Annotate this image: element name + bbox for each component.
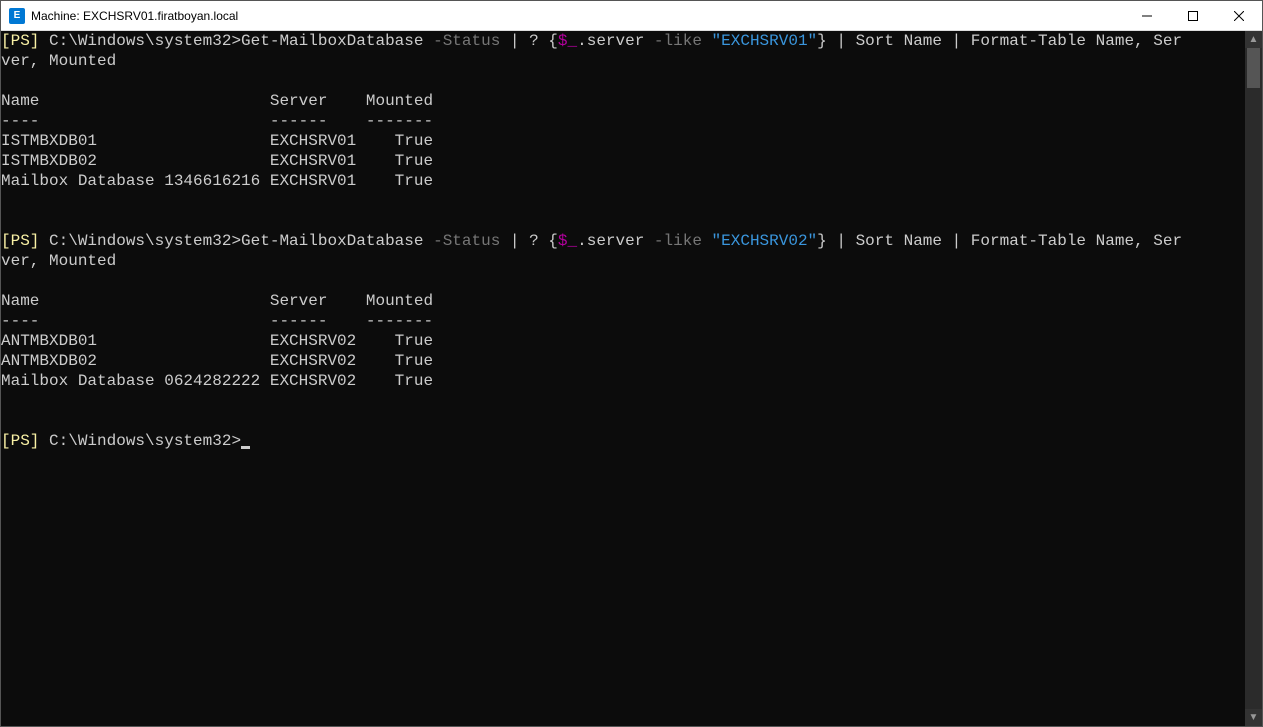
scroll-thumb[interactable] xyxy=(1247,48,1260,88)
close-button[interactable] xyxy=(1216,1,1262,30)
terminal-container: [PS] C:\Windows\system32>Get-MailboxData… xyxy=(1,31,1262,726)
cursor xyxy=(241,446,250,449)
window-controls xyxy=(1124,1,1262,30)
app-icon: E xyxy=(9,8,25,24)
terminal-output[interactable]: [PS] C:\Windows\system32>Get-MailboxData… xyxy=(1,31,1262,726)
window-title: Machine: EXCHSRV01.firatboyan.local xyxy=(31,9,1124,23)
maximize-button[interactable] xyxy=(1170,1,1216,30)
scroll-down-icon[interactable]: ▼ xyxy=(1245,709,1262,726)
titlebar[interactable]: E Machine: EXCHSRV01.firatboyan.local xyxy=(1,1,1262,31)
scroll-up-icon[interactable]: ▲ xyxy=(1245,31,1262,48)
minimize-button[interactable] xyxy=(1124,1,1170,30)
scrollbar[interactable]: ▲ ▼ xyxy=(1245,31,1262,726)
